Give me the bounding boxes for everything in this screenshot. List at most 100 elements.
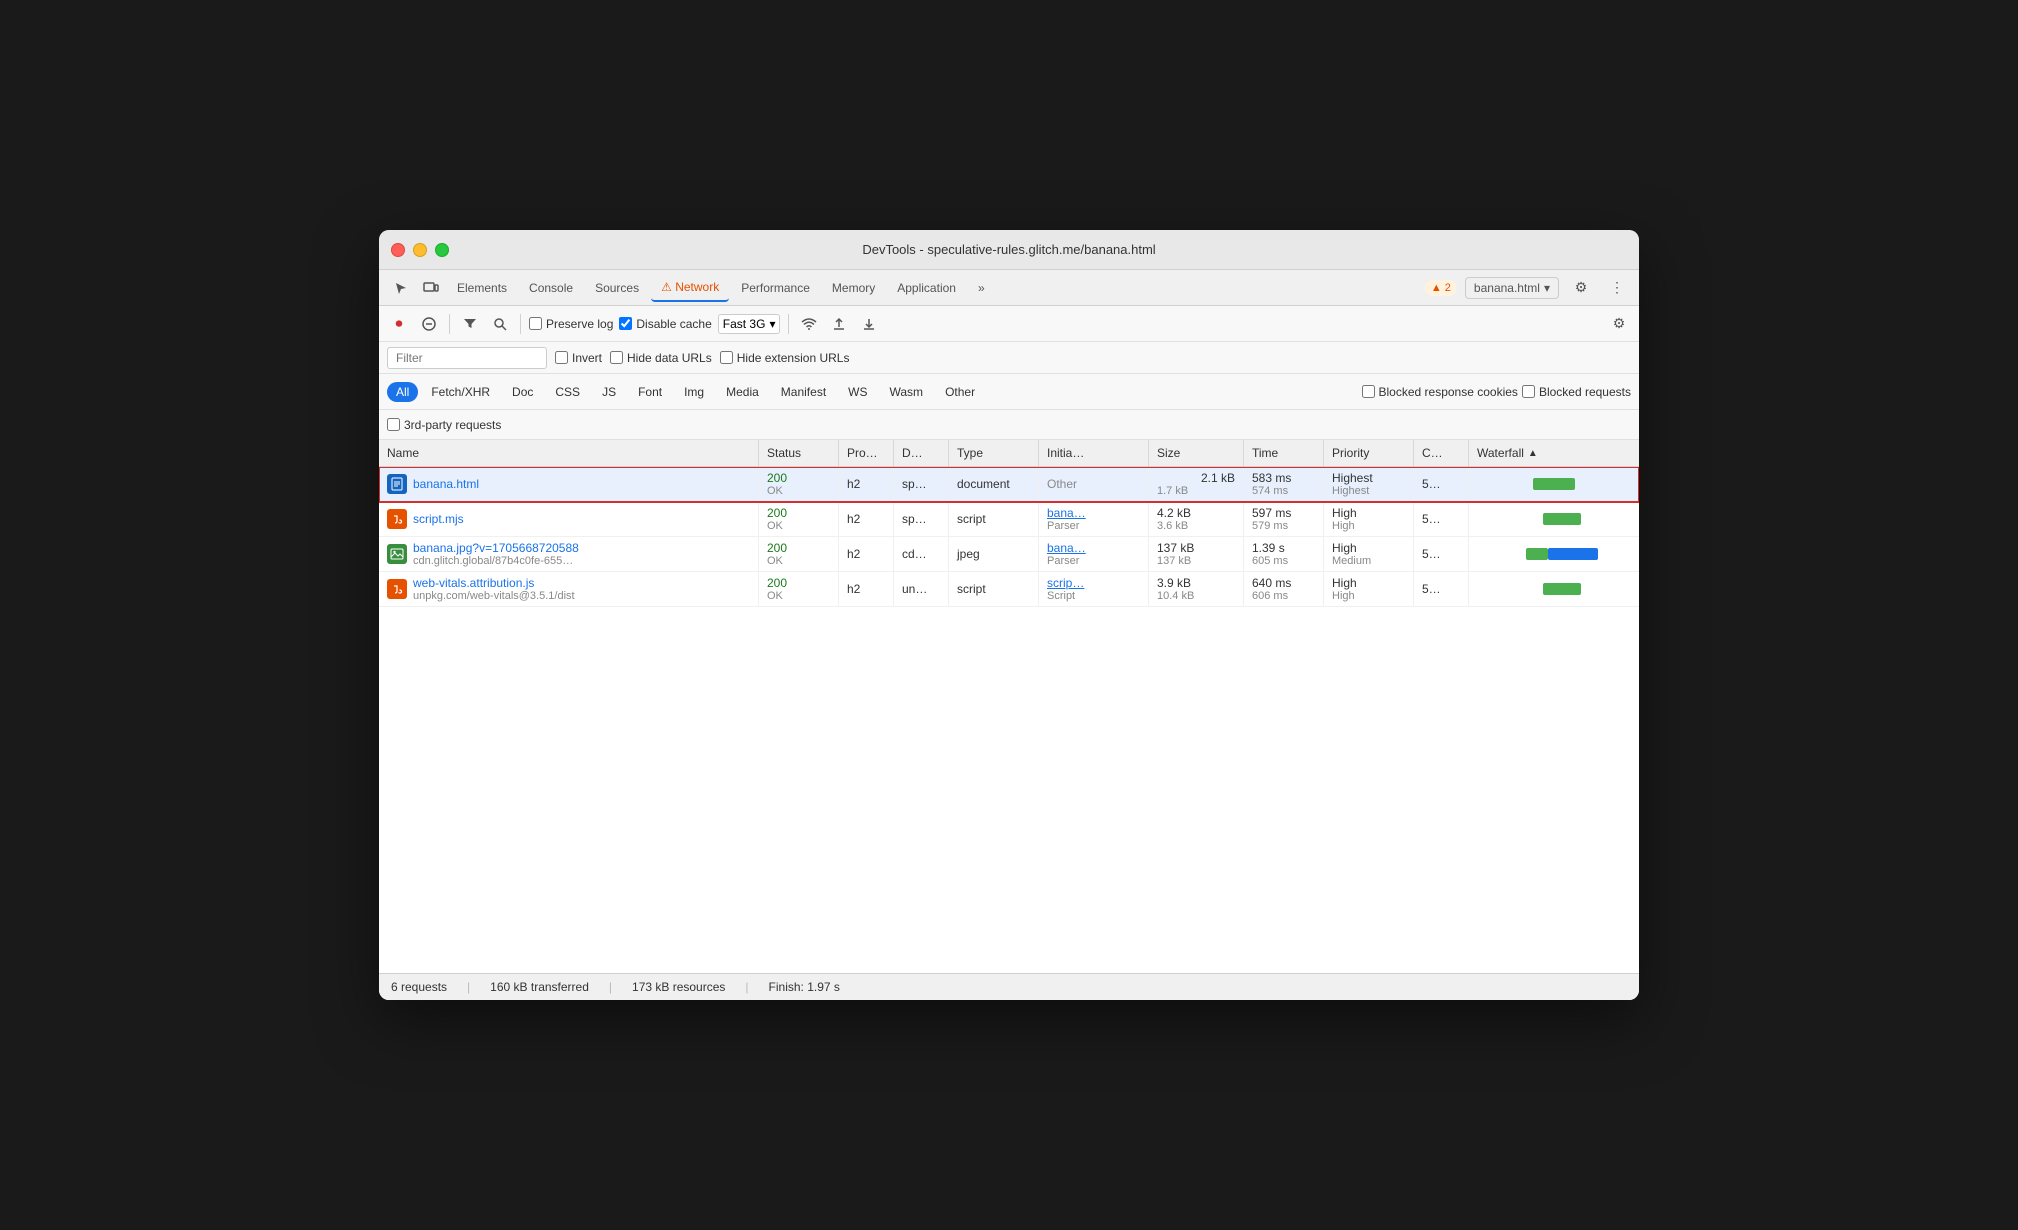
table-row[interactable]: banana.jpg?v=1705668720588 cdn.glitch.gl… <box>379 537 1639 572</box>
third-party-input[interactable] <box>387 418 400 431</box>
active-page-tab[interactable]: banana.html ▾ <box>1465 277 1559 299</box>
invert-input[interactable] <box>555 351 568 364</box>
download-icon[interactable] <box>857 312 881 336</box>
wifi-icon[interactable] <box>797 312 821 336</box>
type-filter-doc[interactable]: Doc <box>503 382 542 402</box>
status-sep-3: | <box>745 980 748 994</box>
hide-data-urls-input[interactable] <box>610 351 623 364</box>
filter-input[interactable] <box>387 347 547 369</box>
type-filter-manifest[interactable]: Manifest <box>772 382 835 402</box>
close-button[interactable] <box>391 243 405 257</box>
type-filter-media[interactable]: Media <box>717 382 768 402</box>
throttle-chevron-icon: ▾ <box>769 317 775 331</box>
cell-status: 200 OK <box>759 537 839 571</box>
preserve-log-input[interactable] <box>529 317 542 330</box>
waterfall-bar <box>1533 474 1575 494</box>
filter-icon[interactable] <box>458 312 482 336</box>
tab-console[interactable]: Console <box>519 275 583 301</box>
third-party-checkbox[interactable]: 3rd-party requests <box>387 418 501 432</box>
col-name[interactable]: Name <box>379 440 759 466</box>
blocked-response-cookies-checkbox[interactable]: Blocked response cookies <box>1362 385 1518 399</box>
cell-c: 5… <box>1414 537 1469 571</box>
warning-badge[interactable]: ▲▲ 2 2 <box>1425 280 1457 296</box>
col-time[interactable]: Time <box>1244 440 1324 466</box>
search-icon[interactable] <box>488 312 512 336</box>
devtools-settings-icon[interactable]: ⚙ <box>1567 274 1595 302</box>
cell-protocol: h2 <box>839 467 894 501</box>
disable-cache-checkbox[interactable]: Disable cache <box>619 317 711 331</box>
hide-ext-urls-input[interactable] <box>720 351 733 364</box>
col-size[interactable]: Size <box>1149 440 1244 466</box>
col-protocol[interactable]: Pro… <box>839 440 894 466</box>
blocked-response-cookies-input[interactable] <box>1362 385 1375 398</box>
tab-network[interactable]: ⚠ Network <box>651 274 729 302</box>
minimize-button[interactable] <box>413 243 427 257</box>
hide-data-urls-checkbox[interactable]: Hide data URLs <box>610 351 712 365</box>
toolbar: ⏺ Preserve <box>379 306 1639 342</box>
col-priority[interactable]: Priority <box>1324 440 1414 466</box>
tab-application[interactable]: Application <box>887 275 966 301</box>
cursor-icon[interactable] <box>387 274 415 302</box>
device-icon[interactable] <box>417 274 445 302</box>
cell-size: 2.1 kB 1.7 kB <box>1149 467 1244 501</box>
col-c[interactable]: C… <box>1414 440 1469 466</box>
type-filter-all[interactable]: All <box>387 382 418 402</box>
record-button[interactable]: ⏺ <box>387 312 411 336</box>
cell-waterfall <box>1469 537 1639 571</box>
table-row[interactable]: web-vitals.attribution.js unpkg.com/web-… <box>379 572 1639 607</box>
type-filter-bar: All Fetch/XHR Doc CSS JS Font Img Media … <box>379 374 1639 410</box>
waterfall-green-bar <box>1543 583 1581 595</box>
toolbar-settings-icon[interactable]: ⚙ <box>1607 312 1631 336</box>
type-filter-img[interactable]: Img <box>675 382 713 402</box>
type-filter-fetch-xhr[interactable]: Fetch/XHR <box>422 382 499 402</box>
type-filter-font[interactable]: Font <box>629 382 671 402</box>
type-filter-wasm[interactable]: Wasm <box>881 382 933 402</box>
cell-size: 3.9 kB 10.4 kB <box>1149 572 1244 606</box>
tab-more[interactable]: » <box>968 275 995 301</box>
col-status[interactable]: Status <box>759 440 839 466</box>
col-domain[interactable]: D… <box>894 440 949 466</box>
type-filter-other[interactable]: Other <box>936 382 984 402</box>
devtools-more-icon[interactable]: ⋮ <box>1603 274 1631 302</box>
html-file-icon <box>387 474 407 494</box>
type-filter-js[interactable]: JS <box>593 382 625 402</box>
type-filter-ws[interactable]: WS <box>839 382 876 402</box>
tab-performance[interactable]: Performance <box>731 275 820 301</box>
cell-status: 200 OK <box>759 502 839 536</box>
table-row[interactable]: script.mjs 200 OK h2 sp… script bana… Pa… <box>379 502 1639 537</box>
devtools-window: DevTools - speculative-rules.glitch.me/b… <box>379 230 1639 1000</box>
cell-name: banana.jpg?v=1705668720588 cdn.glitch.gl… <box>379 537 759 571</box>
tab-sources[interactable]: Sources <box>585 275 649 301</box>
tabs-bar: Elements Console Sources ⚠ Network Perfo… <box>379 270 1639 306</box>
cell-type: script <box>949 572 1039 606</box>
tab-elements[interactable]: Elements <box>447 275 517 301</box>
status-sep-1: | <box>467 980 470 994</box>
cell-time: 583 ms 574 ms <box>1244 467 1324 501</box>
waterfall-bar <box>1510 544 1598 564</box>
waterfall-green-bar <box>1526 548 1548 560</box>
blocked-requests-checkbox[interactable]: Blocked requests <box>1522 385 1631 399</box>
blocked-requests-input[interactable] <box>1522 385 1535 398</box>
network-throttle-select[interactable]: Fast 3G ▾ <box>718 314 781 334</box>
waterfall-green-bar <box>1543 513 1581 525</box>
invert-checkbox[interactable]: Invert <box>555 351 602 365</box>
tab-memory[interactable]: Memory <box>822 275 885 301</box>
disable-cache-input[interactable] <box>619 317 632 330</box>
col-waterfall[interactable]: Waterfall ▲ <box>1469 440 1639 466</box>
clear-button[interactable] <box>417 312 441 336</box>
zoom-button[interactable] <box>435 243 449 257</box>
cell-priority: Highest Highest <box>1324 467 1414 501</box>
traffic-lights <box>391 243 449 257</box>
col-initiator[interactable]: Initia… <box>1039 440 1149 466</box>
type-filter-css[interactable]: CSS <box>546 382 589 402</box>
table-row[interactable]: banana.html 200 OK h2 sp… document Other… <box>379 467 1639 502</box>
upload-icon[interactable] <box>827 312 851 336</box>
cell-time: 1.39 s 605 ms <box>1244 537 1324 571</box>
titlebar: DevTools - speculative-rules.glitch.me/b… <box>379 230 1639 270</box>
hide-ext-urls-checkbox[interactable]: Hide extension URLs <box>720 351 850 365</box>
cell-protocol: h2 <box>839 502 894 536</box>
name-text: banana.jpg?v=1705668720588 cdn.glitch.gl… <box>413 541 750 567</box>
preserve-log-checkbox[interactable]: Preserve log <box>529 317 613 331</box>
cell-domain: sp… <box>894 502 949 536</box>
col-type[interactable]: Type <box>949 440 1039 466</box>
